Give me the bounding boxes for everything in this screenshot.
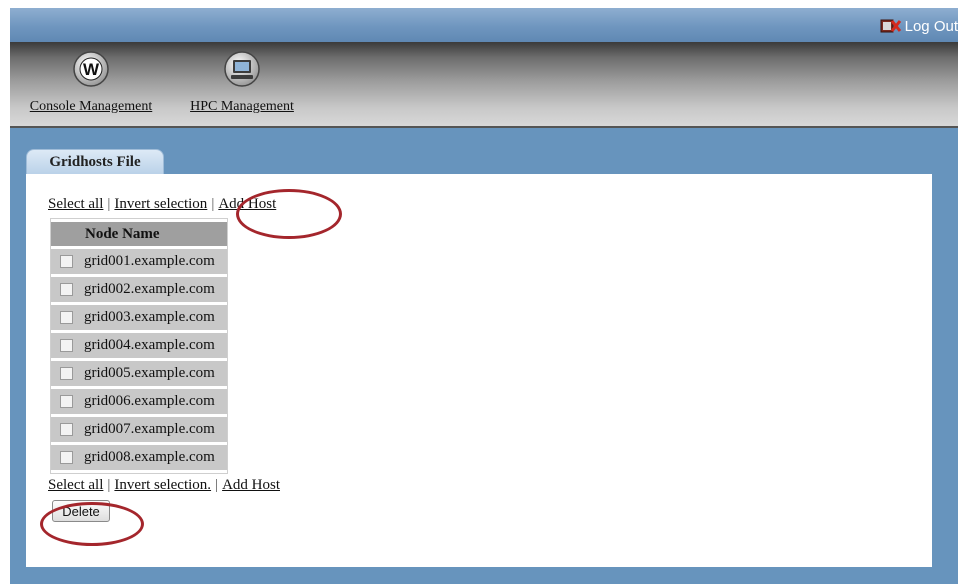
logout-button[interactable]: Log Out bbox=[880, 16, 958, 36]
separator: | bbox=[211, 196, 215, 212]
table-row: grid006.example.com bbox=[51, 389, 227, 414]
nav-console-label: Console Management bbox=[29, 99, 153, 114]
svg-text:W: W bbox=[83, 60, 100, 79]
row-checkbox[interactable] bbox=[59, 423, 73, 437]
row-checkbox[interactable] bbox=[59, 367, 73, 381]
node-table: Node Name grid001.example.com grid002.ex… bbox=[50, 218, 228, 474]
top-bar: Log Out bbox=[10, 8, 958, 42]
nav-hpc-label: HPC Management bbox=[190, 99, 294, 114]
row-checkbox[interactable] bbox=[59, 255, 73, 269]
logout-label: Log Out bbox=[904, 17, 958, 35]
add-host-link[interactable]: Add Host bbox=[222, 477, 280, 494]
table-row: grid005.example.com bbox=[51, 361, 227, 386]
separator: | bbox=[107, 477, 111, 493]
separator: | bbox=[215, 477, 219, 493]
invert-selection-link[interactable]: Invert selection. bbox=[114, 477, 211, 494]
node-name-cell: grid002.example.com bbox=[81, 277, 227, 302]
tab-label: Gridhosts File bbox=[49, 154, 141, 170]
selection-links-top: Select all | Invert selection | Add Host bbox=[48, 196, 276, 213]
table-row: grid001.example.com bbox=[51, 249, 227, 274]
delete-button[interactable]: Delete bbox=[52, 500, 110, 522]
tab-gridhosts-file[interactable]: Gridhosts File bbox=[26, 149, 164, 175]
table-row: grid008.example.com bbox=[51, 445, 227, 470]
table-row: grid002.example.com bbox=[51, 277, 227, 302]
node-name-column-header: Node Name bbox=[81, 222, 227, 246]
select-all-link[interactable]: Select all bbox=[48, 196, 103, 213]
selection-links-bottom: Select all | Invert selection. | Add Hos… bbox=[48, 477, 280, 494]
row-checkbox[interactable] bbox=[59, 395, 73, 409]
table-header-row: Node Name bbox=[51, 222, 227, 246]
row-checkbox[interactable] bbox=[59, 451, 73, 465]
computer-monitor-icon bbox=[223, 50, 261, 93]
row-checkbox[interactable] bbox=[59, 283, 73, 297]
table-row: grid004.example.com bbox=[51, 333, 227, 358]
nav-hpc-management[interactable]: HPC Management bbox=[180, 50, 304, 115]
add-host-link[interactable]: Add Host bbox=[218, 196, 276, 213]
nav-console-management[interactable]: W Console Management bbox=[16, 50, 166, 115]
gridhosts-panel: Select all | Invert selection | Add Host… bbox=[26, 174, 932, 567]
invert-selection-link[interactable]: Invert selection bbox=[114, 196, 207, 213]
row-checkbox[interactable] bbox=[59, 339, 73, 353]
node-name-cell: grid004.example.com bbox=[81, 333, 227, 358]
node-name-cell: grid008.example.com bbox=[81, 445, 227, 470]
table-row: grid007.example.com bbox=[51, 417, 227, 442]
checkbox-column-header bbox=[51, 222, 81, 246]
node-name-cell: grid003.example.com bbox=[81, 305, 227, 330]
select-all-link[interactable]: Select all bbox=[48, 477, 103, 494]
node-name-cell: grid007.example.com bbox=[81, 417, 227, 442]
table-row: grid003.example.com bbox=[51, 305, 227, 330]
node-name-cell: grid001.example.com bbox=[81, 249, 227, 274]
node-name-cell: grid006.example.com bbox=[81, 389, 227, 414]
logout-icon bbox=[880, 17, 902, 35]
separator: | bbox=[107, 196, 111, 212]
w-logo-icon: W bbox=[72, 50, 110, 93]
node-name-cell: grid005.example.com bbox=[81, 361, 227, 386]
row-checkbox[interactable] bbox=[59, 311, 73, 325]
nav-bar: W Console Management HPC Management bbox=[10, 42, 958, 128]
